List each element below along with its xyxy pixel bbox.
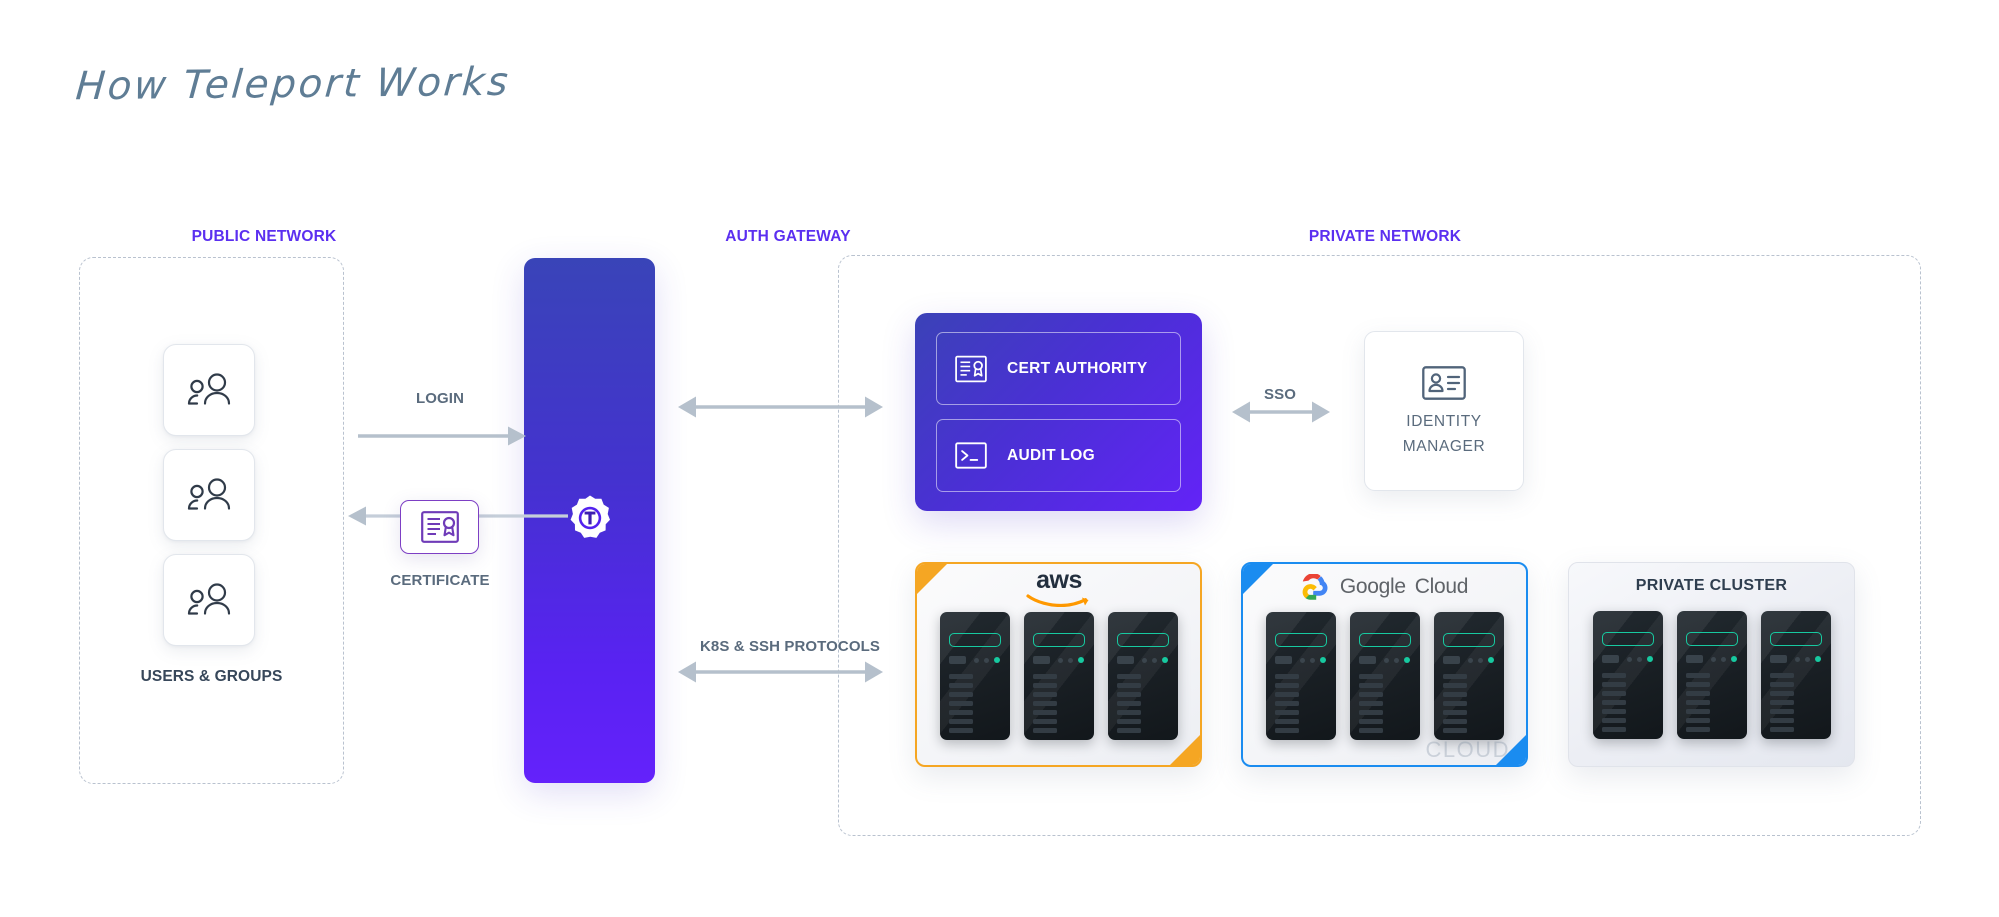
teleport-gear-icon xyxy=(562,493,618,549)
server-status-dots xyxy=(1468,657,1494,663)
cluster-card-google-cloud[interactable]: Google Cloud xyxy=(1241,562,1528,767)
server-screen-icon xyxy=(1602,632,1654,646)
page-title: How Teleport Works xyxy=(74,60,512,110)
auth-services-panel: CERT AUTHORITY AUDIT LOG xyxy=(915,313,1202,511)
server-rack xyxy=(1677,611,1747,739)
users-groups-label: USERS & GROUPS xyxy=(79,668,344,686)
identity-manager-line1: IDENTITY xyxy=(1406,413,1481,431)
terminal-icon xyxy=(955,442,987,469)
sso-arrow-icon xyxy=(1232,400,1330,424)
cluster-header-aws: aws xyxy=(917,564,1200,610)
server-slot-icon xyxy=(949,656,966,664)
cluster-header-private: PRIVATE CLUSTER xyxy=(1569,563,1854,609)
identity-manager-card[interactable]: IDENTITY MANAGER xyxy=(1364,331,1524,491)
server-rack xyxy=(1761,611,1831,739)
cluster-header-google-cloud: Google Cloud xyxy=(1243,564,1526,610)
cluster-card-private[interactable]: PRIVATE CLUSTER xyxy=(1568,562,1855,767)
server-slot-icon xyxy=(1686,655,1703,663)
server-vents xyxy=(1033,674,1057,733)
server-status-dots xyxy=(974,657,1000,663)
certificate-icon xyxy=(955,355,987,383)
k8s-ssh-flow-label: K8S & SSH PROTOCOLS xyxy=(640,638,940,655)
user-group-card[interactable] xyxy=(163,449,255,541)
server-rack xyxy=(1108,612,1178,740)
server-status-dots xyxy=(1711,656,1737,662)
gateway-private-arrow-icon xyxy=(678,395,883,419)
users-icon xyxy=(186,478,232,512)
users-icon xyxy=(186,583,232,617)
server-slot-icon xyxy=(1443,656,1460,664)
server-slot-icon xyxy=(1770,655,1787,663)
server-slot-icon xyxy=(1033,656,1050,664)
cert-authority-row[interactable]: CERT AUTHORITY xyxy=(936,332,1181,405)
server-screen-icon xyxy=(1275,633,1327,647)
certificate-chip[interactable] xyxy=(400,500,479,554)
google-cloud-word-cloud: Cloud xyxy=(1415,575,1468,599)
server-vents xyxy=(1275,674,1299,733)
server-rack xyxy=(1350,612,1420,740)
server-vents xyxy=(949,674,973,733)
server-rack xyxy=(1434,612,1504,740)
server-row-aws xyxy=(917,610,1200,740)
server-rack xyxy=(1593,611,1663,739)
zone-label-private-network: PRIVATE NETWORK xyxy=(760,228,1999,246)
svg-text:aws: aws xyxy=(1036,567,1082,594)
user-group-card[interactable] xyxy=(163,554,255,646)
server-slot-icon xyxy=(1359,656,1376,664)
identity-manager-line2: MANAGER xyxy=(1403,438,1486,456)
cluster-card-aws[interactable]: aws xyxy=(915,562,1202,767)
aws-logo: aws xyxy=(1018,567,1100,607)
login-flow-label: LOGIN xyxy=(350,390,530,407)
server-row-google-cloud xyxy=(1243,610,1526,740)
login-arrow-icon xyxy=(358,425,526,447)
certificate-icon xyxy=(421,511,459,543)
user-group-card[interactable] xyxy=(163,344,255,436)
server-vents xyxy=(1602,673,1626,732)
server-screen-icon xyxy=(1117,633,1169,647)
cert-authority-label: CERT AUTHORITY xyxy=(1007,360,1148,378)
server-status-dots xyxy=(1300,657,1326,663)
server-row-private xyxy=(1569,609,1854,739)
server-slot-icon xyxy=(1117,656,1134,664)
server-screen-icon xyxy=(949,633,1001,647)
server-status-dots xyxy=(1627,656,1653,662)
server-vents xyxy=(1359,674,1383,733)
server-slot-icon xyxy=(1275,656,1292,664)
certificate-flow-label: CERTIFICATE xyxy=(340,572,540,589)
server-rack xyxy=(1266,612,1336,740)
server-screen-icon xyxy=(1686,632,1738,646)
google-cloud-logo xyxy=(1301,574,1331,600)
server-rack xyxy=(940,612,1010,740)
audit-log-row[interactable]: AUDIT LOG xyxy=(936,419,1181,492)
server-vents xyxy=(1770,673,1794,732)
google-cloud-word-google: Google xyxy=(1340,575,1406,599)
server-screen-icon xyxy=(1033,633,1085,647)
server-status-dots xyxy=(1795,656,1821,662)
server-slot-icon xyxy=(1602,655,1619,663)
private-cluster-title: PRIVATE CLUSTER xyxy=(1636,577,1787,595)
id-badge-icon xyxy=(1422,366,1466,400)
server-status-dots xyxy=(1142,657,1168,663)
server-status-dots xyxy=(1384,657,1410,663)
server-screen-icon xyxy=(1770,632,1822,646)
server-screen-icon xyxy=(1359,633,1411,647)
server-vents xyxy=(1117,674,1141,733)
users-icon xyxy=(186,373,232,407)
server-vents xyxy=(1686,673,1710,732)
audit-log-label: AUDIT LOG xyxy=(1007,447,1095,465)
server-vents xyxy=(1443,674,1467,733)
server-rack xyxy=(1024,612,1094,740)
server-status-dots xyxy=(1058,657,1084,663)
gateway-cluster-arrow-icon xyxy=(678,660,883,684)
server-screen-icon xyxy=(1443,633,1495,647)
